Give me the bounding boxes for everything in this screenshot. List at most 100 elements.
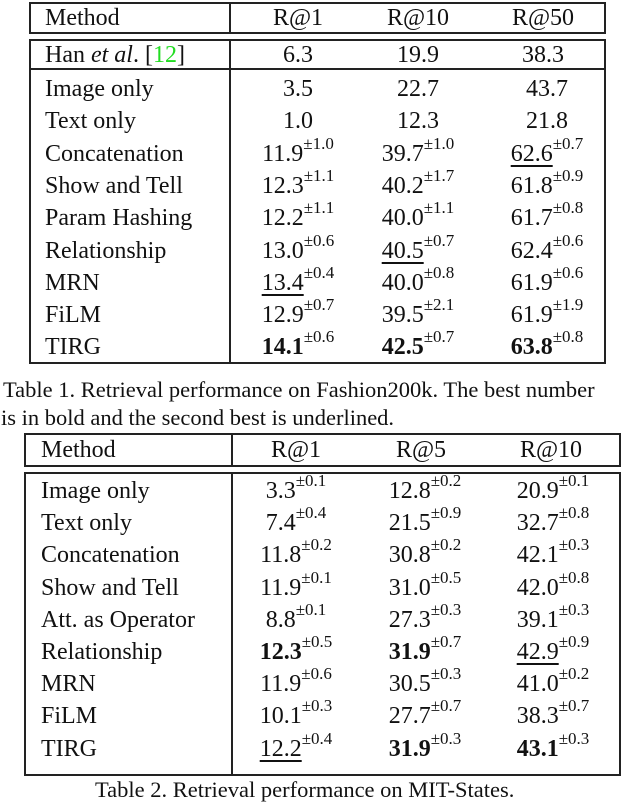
metric-cell: 61.9±1.9 [483, 296, 611, 331]
column-divider [229, 39, 231, 70]
metric-cell: 61.7±0.8 [483, 199, 611, 234]
metric-value: 30.8 [388, 542, 431, 569]
table2-caption: Table 2. Retrieval performance on MIT-St… [95, 777, 515, 802]
metric-value: 11.9 [260, 574, 302, 601]
metric-value: 1.0 [283, 108, 313, 135]
metric-value: 39.5 [381, 302, 424, 329]
header-r1: R@1 [270, 437, 322, 463]
metric-cell: 20.9±0.1 [488, 472, 618, 507]
metric-value: 61.9 [510, 269, 553, 296]
std-dev: ±0.3 [301, 696, 333, 716]
metric-cell: 10.1±0.3 [232, 697, 360, 732]
std-dev: ±0.9 [558, 632, 590, 651]
metric-value: 22.7 [397, 76, 439, 102]
std-dev: ±0.2 [430, 471, 462, 490]
std-dev: ±1.7 [423, 165, 455, 185]
std-dev: ±0.7 [430, 696, 462, 716]
metric-value: 11.9 [262, 140, 304, 167]
header-r1: R@1 [272, 5, 324, 31]
header-r50: R@50 [511, 5, 575, 31]
metric-cell: 62.4±0.6 [483, 232, 611, 267]
std-dev: ±1.9 [552, 295, 584, 315]
method-name: Image only [45, 76, 154, 102]
table1-baseline: Han et al. [12] 6.3 19.9 38.3 [29, 39, 606, 70]
std-dev: ±0.2 [301, 535, 332, 555]
std-dev: ±0.3 [430, 599, 462, 619]
table-row: Show and Tell 11.9±0.1 31.0±0.5 42.0±0.8 [26, 569, 619, 604]
method-name: Image only [41, 478, 150, 504]
metric-value: 43.1 [516, 735, 559, 762]
method-name: Relationship [41, 639, 163, 665]
metric-cell: 27.7±0.7 [362, 697, 488, 732]
metric-cell: 22.7 [353, 73, 483, 105]
method-name: Concatenation [41, 542, 180, 569]
metric-value: 40.0 [381, 205, 424, 232]
table-row: TIRG 14.1±0.6 42.5±0.7 63.8±0.8 [31, 328, 604, 363]
metric-cell: 12.2±0.4 [232, 730, 360, 765]
std-dev: ±0.2 [430, 535, 462, 555]
metric-value: 27.7 [388, 703, 431, 730]
method-name: MRN [45, 269, 100, 296]
metric-cell: 12.2±1.1 [237, 199, 359, 234]
table-row: TIRG 12.2±0.4 31.9±0.3 43.1±0.3 [26, 730, 619, 765]
method-name: Concatenation [45, 140, 184, 167]
method-text: . [ [132, 42, 153, 68]
metric-value: 12.8 [388, 478, 431, 504]
metric-value: 42.1 [516, 542, 559, 569]
metric-cell: 13.0±0.6 [237, 232, 359, 267]
metric-value: 41.0 [516, 671, 559, 698]
metric-cell: 1.0 [237, 105, 359, 137]
metric-value: 31.9 [388, 639, 431, 665]
header-r10: R@10 [386, 5, 450, 31]
metric-cell: 27.3±0.3 [362, 601, 488, 636]
method-italic: et al [90, 42, 133, 68]
metric-value: 14.1 [261, 334, 304, 361]
method-name: Text only [41, 510, 132, 537]
metric-cell: 39.7±1.0 [353, 135, 483, 170]
metric-value: 62.6 [510, 140, 553, 167]
table1-body: Image only 3.5 22.7 43.7 Text only 1.0 12.3 21.… [29, 68, 606, 364]
metric-value: 40.0 [381, 269, 424, 296]
metric-value: 10.1 [259, 703, 302, 730]
method-name: TIRG [45, 334, 101, 361]
citation-link[interactable]: 12 [153, 42, 177, 68]
metric-cell: 40.0±1.1 [353, 199, 483, 234]
metric-value: 8.8 [265, 606, 296, 633]
header-method: Method [45, 5, 120, 31]
value-r1: 6.3 [283, 42, 313, 68]
std-dev: ±0.3 [558, 535, 590, 555]
metric-value: 11.9 [260, 671, 302, 698]
metric-value: 12.3 [261, 172, 304, 199]
metric-value: 62.4 [510, 237, 553, 264]
std-dev: ±0.7 [423, 327, 455, 347]
std-dev: ±1.0 [423, 133, 455, 153]
std-dev: ±0.5 [301, 632, 333, 651]
metric-value: 40.5 [381, 237, 424, 264]
std-dev: ±0.7 [430, 632, 462, 651]
std-dev: ±0.2 [558, 664, 590, 684]
method-name: FiLM [41, 703, 98, 730]
metric-cell: 31.9±0.7 [362, 633, 488, 668]
column-divider [229, 68, 231, 364]
metric-cell: 42.9±0.9 [488, 633, 618, 668]
metric-cell: 39.1±0.3 [488, 601, 618, 636]
std-dev: ±0.3 [430, 728, 462, 748]
metric-value: 40.2 [381, 172, 424, 199]
metric-cell: 61.8±0.9 [483, 167, 611, 202]
table-row: Att. as Operator 8.8±0.1 27.3±0.3 39.1±0.3 [26, 601, 619, 636]
std-dev: ±1.1 [303, 165, 335, 185]
method-name: TIRG [41, 735, 97, 762]
metric-cell: 31.0±0.5 [362, 569, 488, 604]
metric-value: 42.9 [516, 639, 559, 665]
metric-value: 12.9 [261, 302, 304, 329]
metric-cell: 12.3±1.1 [237, 167, 359, 202]
metric-value: 21.5 [388, 510, 431, 537]
std-dev: ±0.9 [552, 165, 584, 185]
std-dev: ±0.1 [301, 567, 332, 587]
column-divider [231, 472, 233, 776]
method-name: Relationship [45, 237, 167, 264]
metric-cell: 12.8±0.2 [362, 472, 488, 507]
metric-value: 38.3 [516, 703, 559, 730]
table1-header-row: Method R@1 R@10 R@50 [31, 2, 604, 34]
metric-value: 12.3 [259, 639, 302, 665]
